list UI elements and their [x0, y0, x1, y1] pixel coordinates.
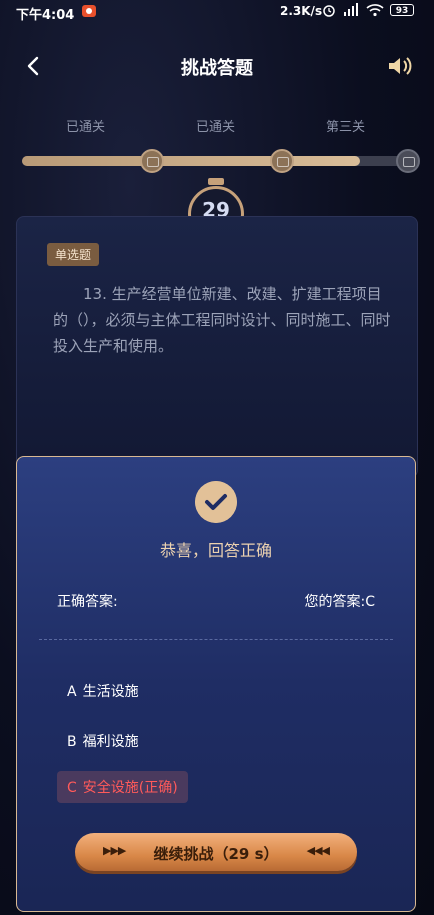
your-answer-label: 您的答案: [304, 594, 366, 610]
alarm-icon [323, 5, 335, 17]
option-text: 生活设施 [82, 684, 139, 700]
level-progress-bar [22, 156, 410, 166]
check-icon [195, 481, 237, 523]
arrow-left-icon: ◀◀◀ [306, 844, 330, 857]
level-label-1: 已通关 [66, 120, 106, 135]
continue-button[interactable]: ▶▶▶ 继续挑战（29 s） ◀◀◀ [75, 833, 357, 871]
option-c[interactable]: C 安全设施(正确) [57, 771, 188, 803]
option-letter: C [67, 780, 77, 796]
your-answer: 您的答案:C [305, 591, 376, 611]
header: 挑战答题 [0, 44, 434, 88]
network-speed: 2.3K/s [280, 4, 323, 18]
correct-answer-label: 正确答案: [57, 594, 118, 610]
question-text: 13. 生产经营单位新建、改建、扩建工程项目的（），必须与主体工程同时设计、同时… [53, 285, 391, 355]
option-text: 福利设施 [82, 734, 139, 750]
option-text: 安全设施(正确) [82, 780, 178, 796]
level-progress-fill [22, 156, 360, 166]
divider [39, 639, 393, 640]
status-bar: 下午4:04 2.3K/s 93 [0, 0, 434, 24]
status-time: 下午4:04 [16, 8, 75, 23]
level-node-2[interactable] [270, 149, 294, 173]
level-node-1[interactable] [140, 149, 164, 173]
level-node-3[interactable] [396, 149, 420, 173]
signal-icon [344, 3, 358, 16]
question-type-badge: 单选题 [47, 243, 100, 266]
option-a[interactable]: A 生活设施 [57, 675, 149, 707]
record-icon [82, 5, 96, 17]
speaker-icon[interactable] [386, 54, 414, 78]
battery-icon: 93 [390, 4, 414, 16]
result-title: 恭喜，回答正确 [159, 541, 272, 560]
page-title: 挑战答题 [181, 58, 253, 79]
option-b[interactable]: B 福利设施 [57, 725, 149, 757]
wifi-icon [366, 4, 384, 17]
result-panel: 恭喜，回答正确 正确答案: 您的答案:C A 生活设施 B 福利设施 C 安全设施(正… [16, 456, 416, 912]
timer-cap [208, 178, 224, 185]
question-card: 单选题 13. 生产经营单位新建、改建、扩建工程项目的（），必须与主体工程同时设… [16, 216, 418, 478]
your-answer-value: C [365, 594, 375, 610]
level-label-3: 第三关 [326, 120, 366, 135]
option-letter: A [67, 684, 77, 700]
option-letter: B [67, 734, 77, 750]
level-label-2: 已通关 [196, 120, 236, 135]
